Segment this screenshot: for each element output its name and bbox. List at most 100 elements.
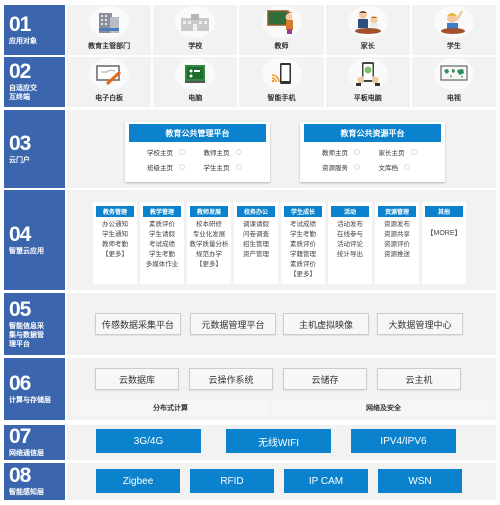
card-whiteboard[interactable]: 电子白板 bbox=[67, 57, 152, 107]
card-tablet[interactable]: 平板电脑 bbox=[325, 57, 410, 107]
app-item[interactable]: 考试成绩 bbox=[290, 220, 316, 230]
layer-title: 网络通信层 bbox=[9, 450, 44, 457]
layer-label: 03 云门户 bbox=[4, 110, 65, 188]
layer-06-compute-storage: 06 计算与存储层 云数据库 云操作系统 云储存 云主机 分布式计算 网络及安全 bbox=[4, 358, 496, 420]
cloud-os-button[interactable]: 云操作系统 bbox=[189, 368, 273, 390]
card-smartphone[interactable]: 智能手机 bbox=[239, 57, 324, 107]
app-item[interactable]: 学籍管理 bbox=[290, 250, 316, 260]
app-column-teaching-management[interactable]: 教学管理 素质评价 学生请假 考试成绩 学生考勤 多媒体作业 bbox=[140, 202, 184, 284]
app-item[interactable]: 【MORE】 bbox=[427, 229, 462, 239]
app-item[interactable]: 资源推送 bbox=[384, 250, 410, 260]
parent-icon bbox=[347, 6, 388, 38]
link-dot-icon bbox=[179, 164, 185, 170]
portal-link[interactable]: 班级主页 bbox=[147, 162, 204, 172]
app-column-student-growth[interactable]: 学生成长 考试成绩 学生考勤 素质评价 学籍管理 素质评价 【更多】 bbox=[281, 202, 325, 284]
portal-link[interactable]: 资源服务 bbox=[322, 162, 379, 172]
layer-number: 05 bbox=[9, 297, 31, 321]
government-building-icon bbox=[89, 6, 130, 38]
app-item[interactable]: 学生通知 bbox=[102, 230, 128, 240]
app-item[interactable]: 资源评价 bbox=[384, 240, 410, 250]
layer-label: 08 智能感知层 bbox=[4, 463, 65, 500]
card-tv[interactable]: 电视 bbox=[411, 57, 497, 107]
portal-link[interactable]: 学生主页 bbox=[204, 162, 261, 172]
app-item[interactable]: 办公通知 bbox=[102, 220, 128, 230]
app-item-list: 素质评价 学生请假 考试成绩 学生考勤 多媒体作业 bbox=[146, 220, 179, 270]
app-column-school-office[interactable]: 校务办公调课请假 问卷调查 招生管理 资产管理 bbox=[234, 202, 278, 284]
layer-title: 云门户 bbox=[9, 156, 30, 164]
app-item[interactable]: 教师考勤 bbox=[102, 240, 128, 250]
app-column-academic-affairs[interactable]: 教务管理 办公通知 学生通知 教师考勤 【更多】 bbox=[93, 202, 137, 284]
cloud-storage-button[interactable]: 云储存 bbox=[283, 368, 367, 390]
app-item[interactable]: 考试成绩 bbox=[149, 240, 175, 250]
app-item[interactable]: 素质评价 bbox=[149, 220, 175, 230]
app-item[interactable]: 规范办学 bbox=[196, 250, 222, 260]
app-item[interactable]: 在线参与 bbox=[337, 230, 363, 240]
layer-title: 应用对象 bbox=[9, 37, 37, 45]
layer-title: 自适应交 互终端 bbox=[9, 85, 37, 101]
app-item-list: 校本研修 专业化发展 教学质量分析 规范办学 【更多】 bbox=[190, 220, 229, 270]
computer-icon bbox=[175, 58, 216, 90]
app-item[interactable]: 素质评价 bbox=[290, 240, 316, 250]
app-item[interactable]: 统计导出 bbox=[337, 250, 363, 260]
zigbee-button[interactable]: Zigbee bbox=[96, 469, 180, 493]
card-student[interactable]: 学生 bbox=[411, 5, 497, 55]
app-item-list: 活动发布 在线参与 活动评论 统计导出 bbox=[337, 220, 363, 260]
wsn-button[interactable]: WSN bbox=[378, 469, 462, 493]
portal-link[interactable]: 教师主页 bbox=[322, 147, 379, 157]
ipv4-ipv6-button[interactable]: IPV4/IPV6 bbox=[351, 429, 456, 453]
layer-01-application-targets: 01 应用对象 教育主管部门 学校 教师 家长 学生 bbox=[4, 5, 497, 55]
app-item[interactable]: 活动发布 bbox=[337, 220, 363, 230]
card-education-authority[interactable]: 教育主管部门 bbox=[67, 5, 152, 55]
portal-link[interactable]: 学校主页 bbox=[147, 147, 204, 157]
big-data-center-button[interactable]: 大数据管理中心 bbox=[377, 313, 463, 335]
app-item[interactable]: 学生考勤 bbox=[290, 230, 316, 240]
sensor-data-platform-button[interactable]: 传感数据采集平台 bbox=[95, 313, 181, 335]
card-teacher[interactable]: 教师 bbox=[239, 5, 324, 55]
app-column-title: 教师发展 bbox=[190, 206, 228, 217]
app-item[interactable]: 学生考勤 bbox=[149, 250, 175, 260]
card-label: 家长 bbox=[360, 43, 375, 50]
platform-education-resources[interactable]: 教育公共资源平台 教师主页 家长主页 资源服务 文库档 bbox=[300, 122, 445, 182]
rfid-button[interactable]: RFID bbox=[190, 469, 274, 493]
app-item[interactable]: 活动评论 bbox=[337, 240, 363, 250]
layer-number: 01 bbox=[9, 12, 31, 36]
platform-education-management[interactable]: 教育公共管理平台 学校主页 教师主页 班级主页 学生主页 bbox=[125, 122, 270, 182]
app-column-activities[interactable]: 活动 活动发布 在线参与 活动评论 统计导出 bbox=[328, 202, 372, 284]
app-item[interactable]: 问卷调查 bbox=[243, 230, 269, 240]
app-item[interactable]: 资源发布 bbox=[384, 220, 410, 230]
app-item[interactable]: 专业化发展 bbox=[193, 230, 226, 240]
app-item[interactable]: 【更多】 bbox=[102, 250, 128, 260]
cloud-database-button[interactable]: 云数据库 bbox=[95, 368, 179, 390]
whiteboard-icon bbox=[89, 58, 130, 90]
app-item[interactable]: 素质评价 bbox=[290, 260, 316, 270]
vm-image-button[interactable]: 主机虚拟映像 bbox=[283, 313, 369, 335]
app-item[interactable]: 招生管理 bbox=[243, 240, 269, 250]
app-item[interactable]: 学生请假 bbox=[149, 230, 175, 240]
portal-link[interactable]: 文库档 bbox=[379, 162, 436, 172]
app-column-resource-management[interactable]: 资源管理 资源发布 资源共享 资源评价 资源推送 bbox=[375, 202, 419, 284]
app-item[interactable]: 资产管理 bbox=[243, 250, 269, 260]
app-item-list: 办公通知 学生通知 教师考勤 【更多】 bbox=[102, 220, 128, 260]
app-column-other[interactable]: 其他 【MORE】 bbox=[422, 202, 466, 284]
card-label: 学生 bbox=[446, 43, 461, 50]
card-school[interactable]: 学校 bbox=[153, 5, 238, 55]
wireless-wifi-button[interactable]: 无线WIFI bbox=[226, 429, 331, 453]
app-column-title: 校务办公 bbox=[237, 206, 275, 217]
ip-cam-button[interactable]: IP CAM bbox=[284, 469, 368, 493]
app-item[interactable]: 【更多】 bbox=[290, 270, 316, 280]
app-column-teacher-development[interactable]: 教师发展校本研修 专业化发展 教学质量分析 规范办学 【更多】 bbox=[187, 202, 231, 284]
metadata-platform-button[interactable]: 元数据管理平台 bbox=[190, 313, 276, 335]
card-computer[interactable]: 电脑 bbox=[153, 57, 238, 107]
3g-4g-button[interactable]: 3G/4G bbox=[96, 429, 201, 453]
app-item[interactable]: 资源共享 bbox=[384, 230, 410, 240]
portal-link[interactable]: 家长主页 bbox=[379, 147, 436, 157]
app-item[interactable]: 【更多】 bbox=[196, 260, 222, 270]
app-columns: 教务管理 办公通知 学生通知 教师考勤 【更多】 教学管理 素质评价 学生请假 考试成绩 学生考勤… bbox=[93, 202, 466, 284]
portal-link[interactable]: 教师主页 bbox=[204, 147, 261, 157]
cloud-host-button[interactable]: 云主机 bbox=[377, 368, 461, 390]
app-item[interactable]: 校本研修 bbox=[196, 220, 222, 230]
card-parent[interactable]: 家长 bbox=[325, 5, 410, 55]
app-item[interactable]: 多媒体作业 bbox=[146, 260, 179, 270]
app-item[interactable]: 调课请假 bbox=[243, 220, 269, 230]
app-item[interactable]: 教学质量分析 bbox=[190, 240, 229, 250]
